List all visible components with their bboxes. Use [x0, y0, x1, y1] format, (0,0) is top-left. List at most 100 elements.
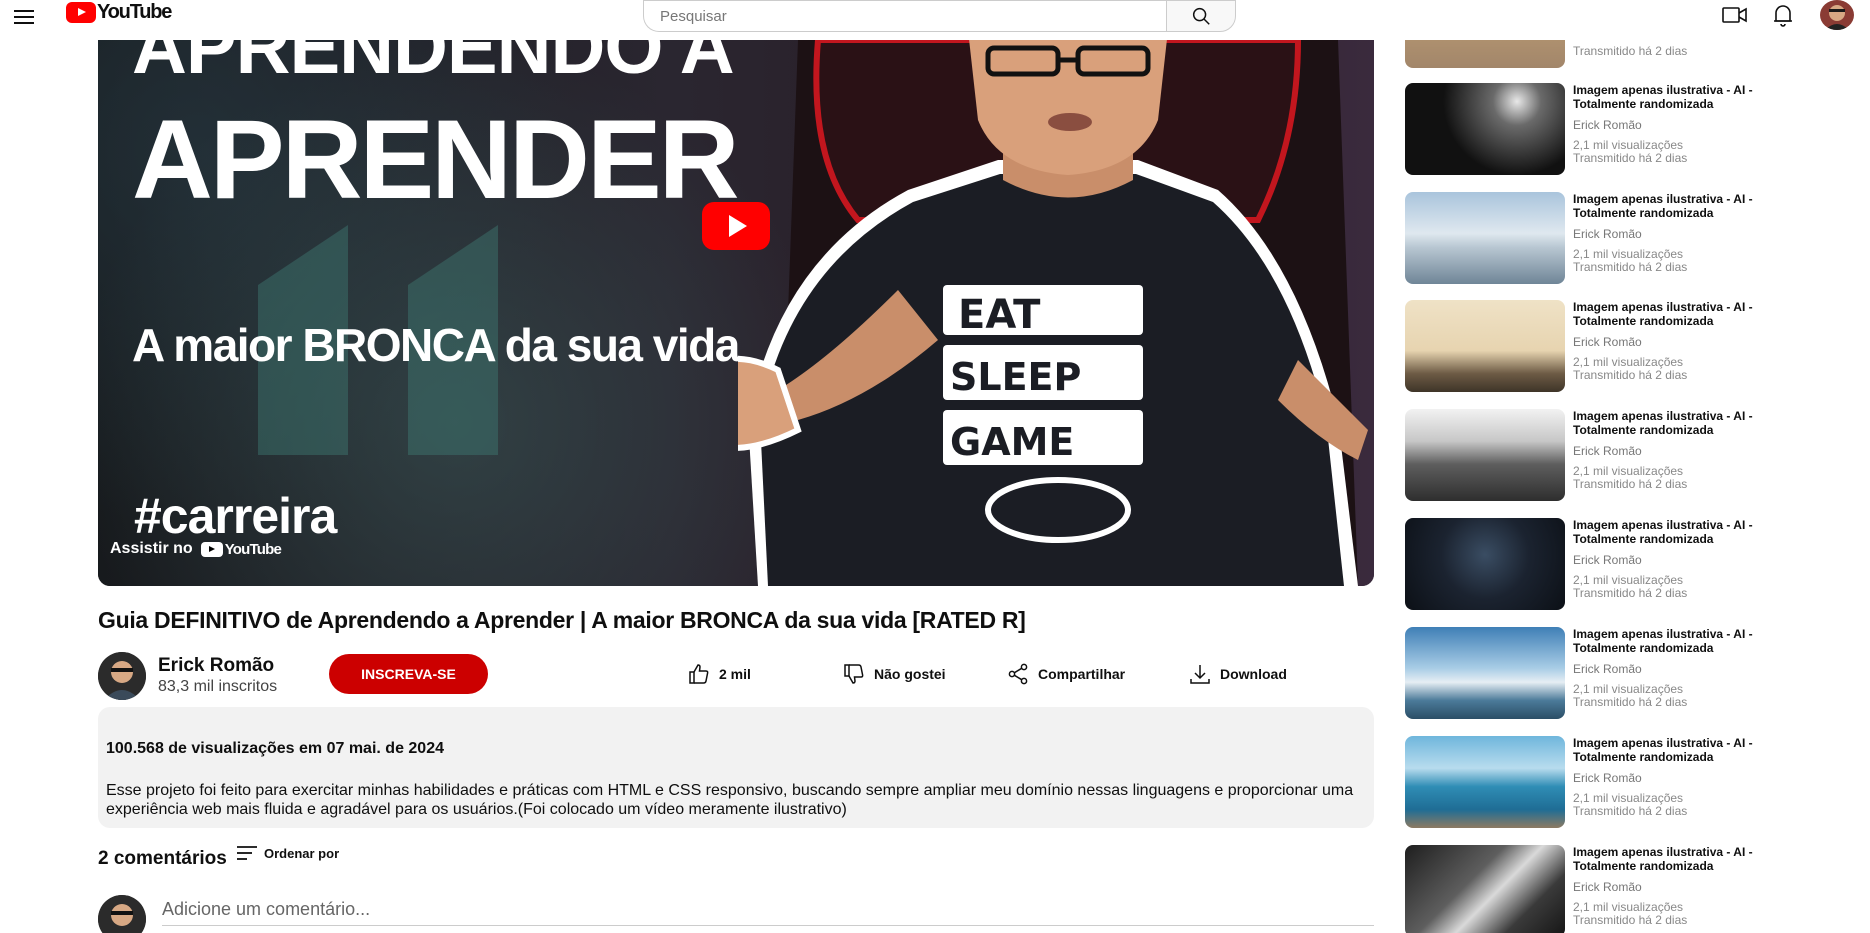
related-video-thumbnail: [1405, 627, 1565, 719]
related-video-item[interactable]: Imagem apenas ilustrativa - AI - Totalme…: [1405, 83, 1845, 179]
comment-user-avatar: [98, 895, 146, 933]
subscribe-button[interactable]: INSCREVA-SE: [329, 654, 488, 694]
related-video-thumbnail: [1405, 518, 1565, 610]
search-bar: [643, 0, 1236, 32]
thumbs-down-icon: [844, 664, 864, 684]
related-video-title: Imagem apenas ilustrativa - AI - Totalme…: [1573, 627, 1753, 655]
search-icon: [1192, 7, 1210, 25]
related-video-thumbnail: [1405, 83, 1565, 175]
related-video-item[interactable]: Imagem apenas ilustrativa - AI - Totalme…: [1405, 736, 1845, 832]
related-video-title: Imagem apenas ilustrativa - AI - Totalme…: [1573, 518, 1753, 546]
related-video-channel: Erick Romão: [1573, 227, 1642, 241]
thumbs-up-icon: [689, 664, 709, 684]
thumbnail-hashtag: #carreira: [134, 488, 337, 544]
description-text: Esse projeto foi feito para exercitar mi…: [106, 782, 1354, 818]
related-video-views: 2,1 mil visualizações: [1573, 573, 1684, 587]
presenter-image: EAT SLEEP GAME: [738, 40, 1368, 586]
share-button[interactable]: Compartilhar: [1006, 660, 1125, 688]
related-video-views: 2,1 mil visualizações: [1573, 247, 1684, 261]
watch-on-logo: YouTube: [200, 540, 282, 558]
menu-icon[interactable]: [12, 6, 36, 30]
related-video-thumbnail: [1405, 409, 1565, 501]
share-label: Compartilhar: [1038, 666, 1126, 682]
related-video-views: 2,1 mil visualizações: [1573, 791, 1684, 805]
related-video-views: 2,1 mil visualizações: [1573, 355, 1684, 369]
thumbnail-title-line2: APRENDER: [132, 97, 740, 222]
dislike-button[interactable]: Não gostei: [842, 660, 946, 688]
notifications-bell-icon[interactable]: [1770, 2, 1796, 28]
download-icon: [1190, 665, 1210, 684]
youtube-play-logo-icon: [66, 1, 96, 23]
description-box[interactable]: 100.568 de visualizações em 07 mai. de 2…: [98, 707, 1374, 828]
channel-name[interactable]: Erick Romão: [158, 655, 274, 677]
related-video-item[interactable]: Imagem apenas ilustrativa - AI - Totalme…: [1405, 192, 1845, 288]
related-video-views: 2,1 mil visualizações: [1573, 682, 1684, 696]
search-input[interactable]: [643, 0, 1166, 32]
watch-on-logo-text: YouTube: [224, 540, 282, 558]
related-video-time: Transmitido há 2 dias: [1573, 44, 1688, 58]
related-video-item[interactable]: Imagem apenas ilustrativa - AI - Totalme…: [1405, 845, 1845, 933]
related-video-time: Transmitido há 2 dias: [1573, 804, 1688, 818]
related-video-time: Transmitido há 2 dias: [1573, 151, 1688, 165]
related-video-thumbnail: [1405, 300, 1565, 392]
sort-comments-button[interactable]: Ordenar por: [236, 844, 339, 862]
related-video-item[interactable]: Imagem apenas ilustrativa - AI - Totalme…: [1405, 409, 1845, 505]
related-video-title: Imagem apenas ilustrativa - AI - Totalme…: [1573, 409, 1753, 437]
related-video-channel: Erick Romão: [1573, 118, 1642, 132]
video-player[interactable]: APRENDENDO A APRENDER A maior BRONCA da …: [98, 40, 1374, 586]
related-video-item[interactable]: Imagem apenas ilustrativa - AI - Totalme…: [1405, 627, 1845, 723]
related-video-time: Transmitido há 2 dias: [1573, 695, 1688, 709]
related-video-channel: Erick Romão: [1573, 444, 1642, 458]
download-button[interactable]: Download: [1188, 660, 1287, 688]
related-video-time: Transmitido há 2 dias: [1573, 586, 1688, 600]
view-count-date: 100.568 de visualizações em 07 mai. de 2…: [106, 740, 444, 757]
related-video-channel: Erick Romão: [1573, 771, 1642, 785]
related-video-channel: Erick Romão: [1573, 880, 1642, 894]
channel-avatar[interactable]: [98, 652, 146, 700]
watch-on-youtube-link[interactable]: Assistir no YouTube: [110, 540, 282, 558]
shirt-text-game: GAME: [950, 420, 1074, 464]
sort-icon: [237, 846, 257, 860]
watch-on-label: Assistir no: [110, 540, 193, 557]
dislike-label: Não gostei: [874, 666, 946, 682]
search-button[interactable]: [1166, 0, 1236, 32]
related-video-time: Transmitido há 2 dias: [1573, 368, 1688, 382]
related-video-title: Imagem apenas ilustrativa - AI - Totalme…: [1573, 736, 1753, 764]
related-video-channel: Erick Romão: [1573, 335, 1642, 349]
youtube-mini-logo-icon: [200, 541, 223, 557]
share-icon: [1008, 663, 1028, 685]
play-button[interactable]: [702, 202, 770, 250]
related-video-thumbnail: [1405, 192, 1565, 284]
youtube-logo[interactable]: YouTube: [66, 1, 172, 23]
related-video-title: Imagem apenas ilustrativa - AI - Totalme…: [1573, 192, 1753, 220]
download-label: Download: [1220, 666, 1287, 682]
related-video-views: 2,1 mil visualizações: [1573, 900, 1684, 914]
related-video-item[interactable]: Imagem apenas ilustrativa - AI - Totalme…: [1405, 518, 1845, 614]
shirt-text-eat: EAT: [958, 292, 1041, 338]
like-count: 2 mil: [719, 666, 751, 682]
comments-count: 2 comentários: [98, 848, 227, 869]
shirt-text-sleep: SLEEP: [950, 355, 1081, 399]
related-video-views: 2,1 mil visualizações: [1573, 464, 1684, 478]
related-video-time: Transmitido há 2 dias: [1573, 913, 1688, 927]
related-video-time: Transmitido há 2 dias: [1573, 260, 1688, 274]
create-video-icon[interactable]: [1722, 2, 1748, 28]
related-video-thumbnail: [1405, 736, 1565, 828]
video-title: Guia DEFINITIVO de Aprendendo a Aprender…: [98, 607, 1026, 633]
related-video-thumbnail: [1405, 845, 1565, 933]
thumbnail-subtitle: A maior BRONCA da sua vida: [132, 319, 740, 371]
sort-label: Ordenar por: [264, 845, 340, 861]
related-video-title: Imagem apenas ilustrativa - AI - Totalme…: [1573, 300, 1753, 328]
related-video-channel: Erick Romão: [1573, 662, 1642, 676]
related-video-title: Imagem apenas ilustrativa - AI - Totalme…: [1573, 845, 1753, 873]
like-button[interactable]: 2 mil: [687, 660, 751, 688]
related-video-title: Imagem apenas ilustrativa - AI - Totalme…: [1573, 83, 1753, 111]
related-video-item[interactable]: Imagem apenas ilustrativa - AI - Totalme…: [1405, 300, 1845, 396]
related-video-channel: Erick Romão: [1573, 553, 1642, 567]
related-video-views: 2,1 mil visualizações: [1573, 138, 1684, 152]
top-bar: YouTube: [0, 0, 1870, 40]
subscriber-count: 83,3 mil inscritos: [158, 678, 278, 695]
related-video-time: Transmitido há 2 dias: [1573, 477, 1688, 491]
comment-input[interactable]: [162, 893, 1374, 926]
user-avatar[interactable]: [1820, 0, 1854, 30]
